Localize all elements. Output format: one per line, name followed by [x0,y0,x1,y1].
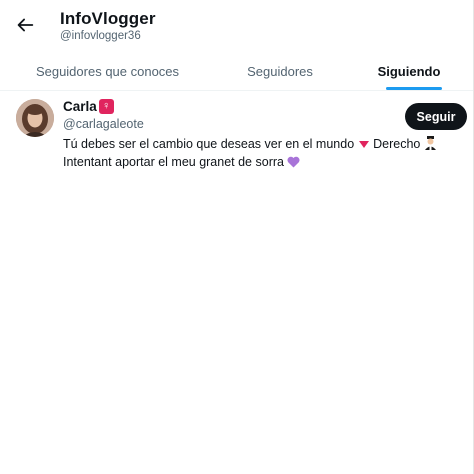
tab-seguidores[interactable]: Seguidores [215,52,345,90]
follow-tabs: Seguidores que conoces Seguidores Siguie… [0,52,473,91]
follow-button[interactable]: Seguir [405,103,467,130]
judge-icon [424,136,437,154]
avatar[interactable] [16,99,54,137]
page-handle: @infovlogger36 [60,30,141,42]
user-bio: Tú debes ser el cambio que deseas ver en… [63,136,463,172]
tab-siguiendo[interactable]: Siguiendo [345,52,473,90]
arrow-left-icon[interactable] [14,14,36,36]
red-triangle-down-icon [358,138,370,154]
page-title: InfoVlogger [60,9,156,28]
user-handle[interactable]: @carlagaleote [63,117,144,131]
profile-header: InfoVlogger @infovlogger36 [0,0,473,52]
purple-heart-icon [287,156,300,172]
user-list-item[interactable]: Carla ♀ @carlagaleote Seguir Tú debes se… [0,90,473,176]
avatar-image [16,99,54,137]
bio-text-line1-b: Derecho [373,137,421,151]
bio-text-line1: Tú debes ser el cambio que deseas ver en… [63,137,355,151]
tab-seguidores-que-conoces[interactable]: Seguidores que conoces [0,52,215,90]
user-name[interactable]: Carla [63,99,97,114]
female-sign-icon: ♀ [98,99,114,114]
user-name-line: Carla ♀ [63,99,114,114]
bio-text-line2: Intentant aportar el meu granet de sorra [63,155,284,169]
